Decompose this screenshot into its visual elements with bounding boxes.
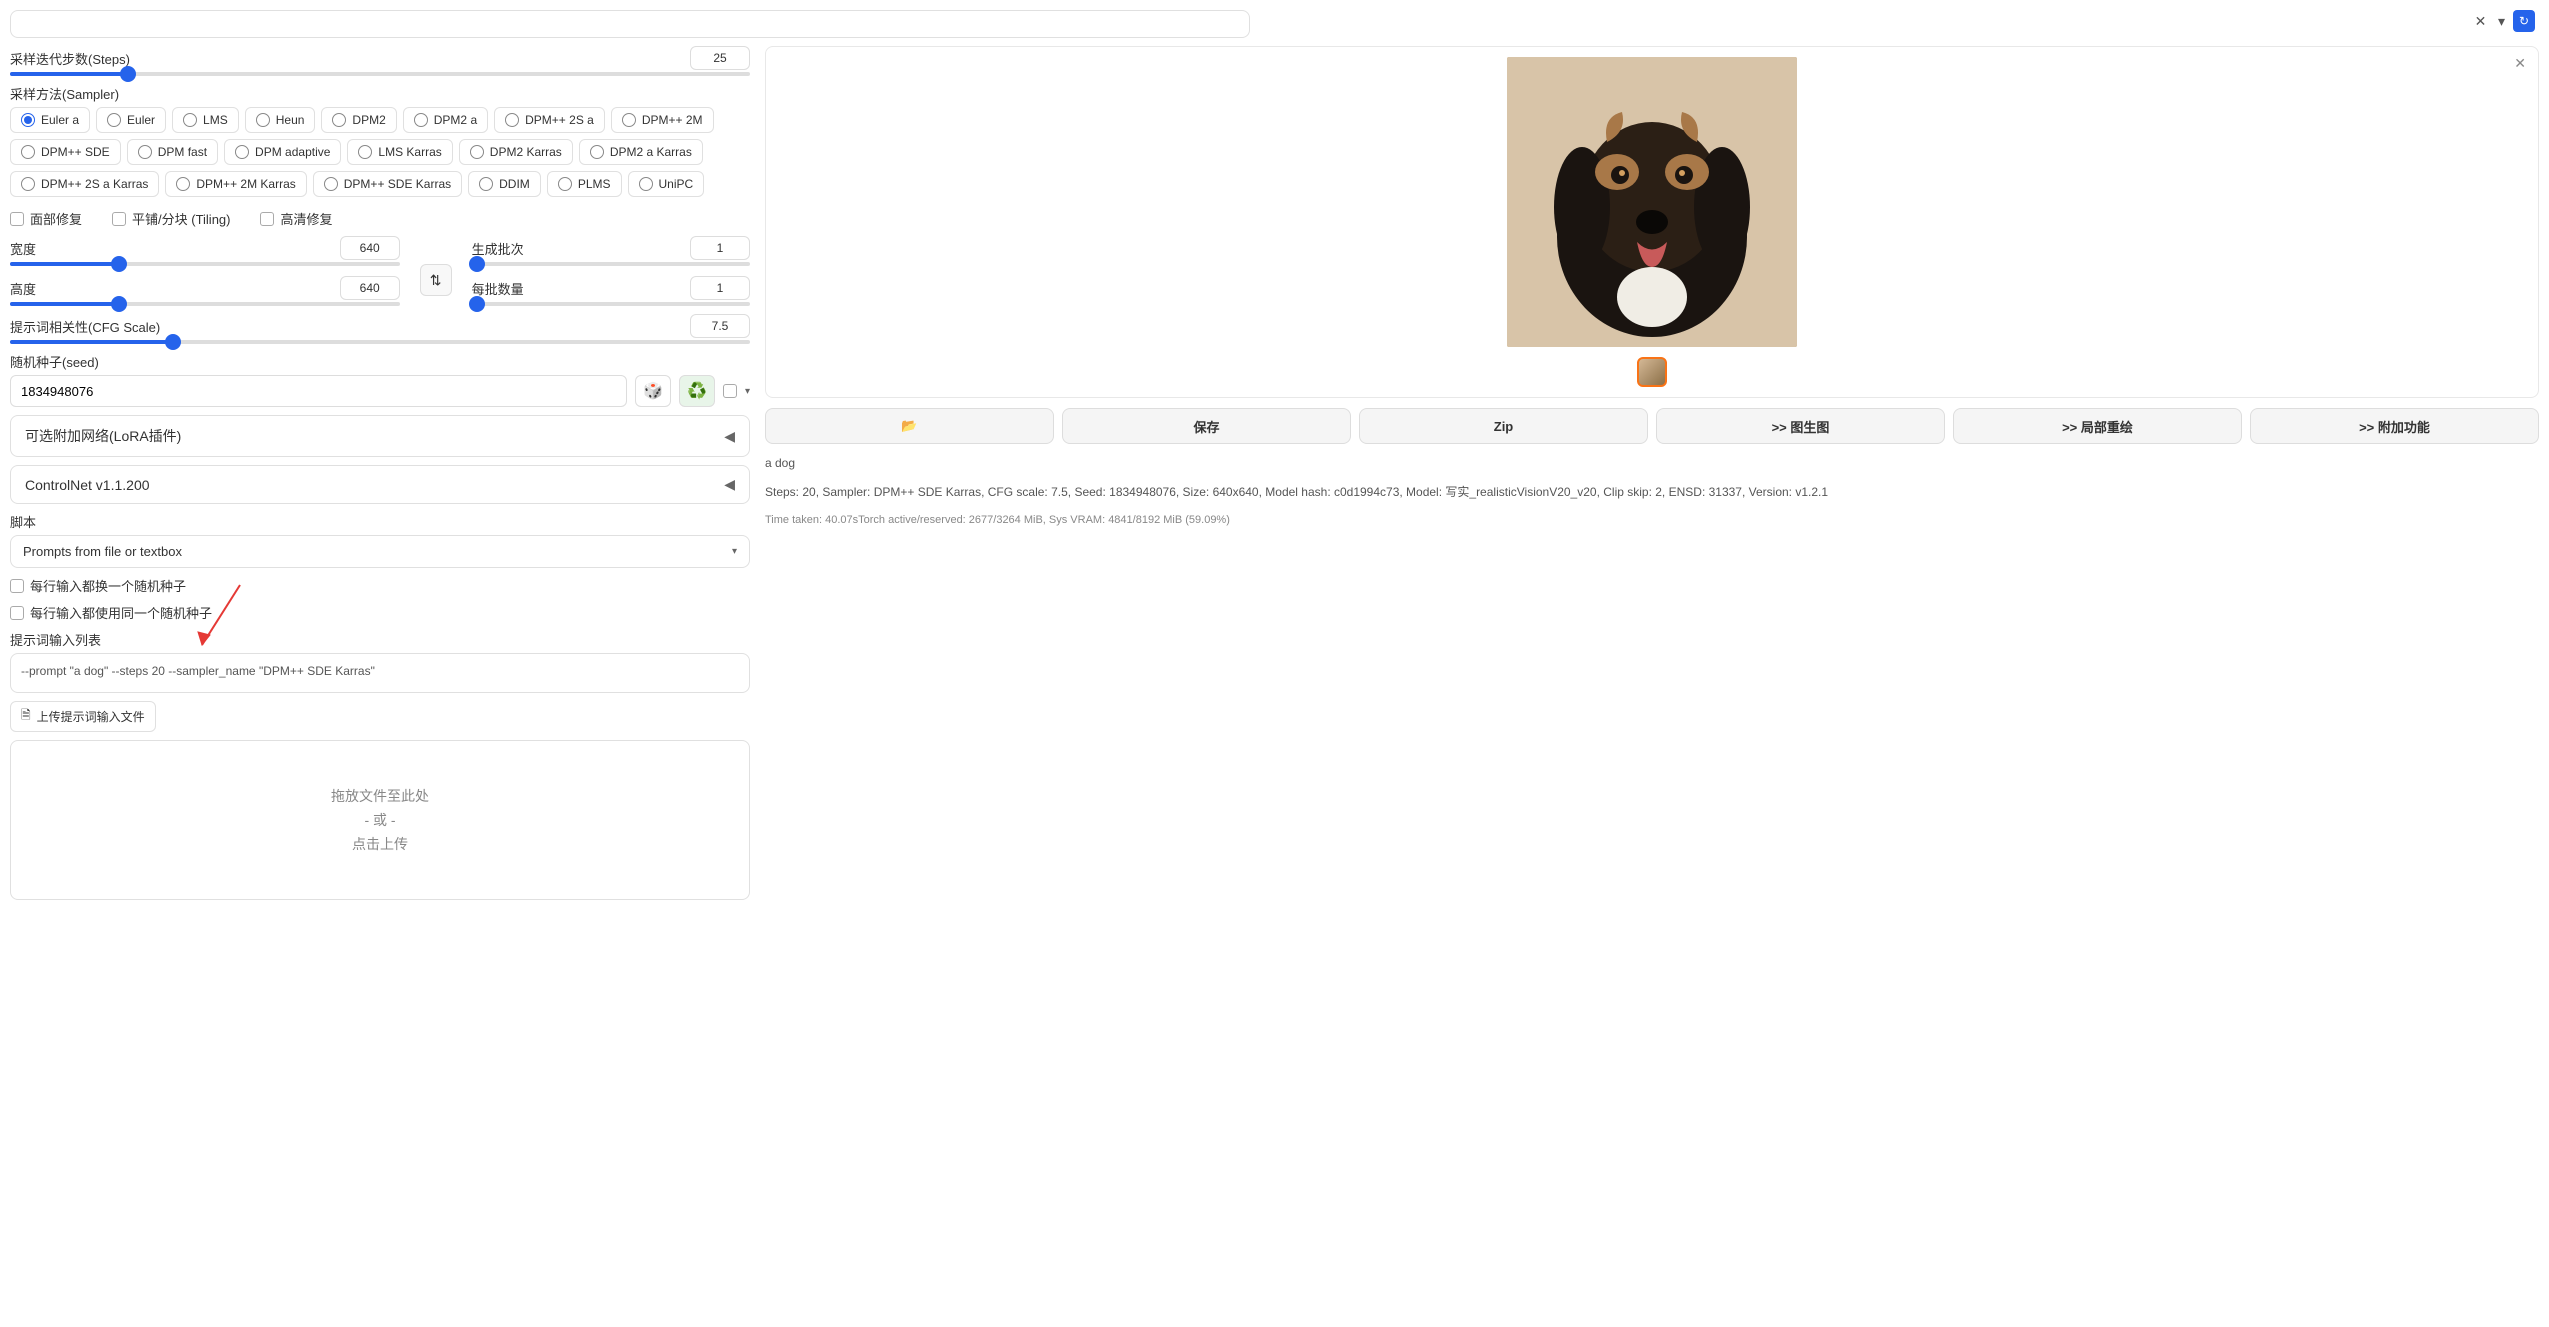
- sampler-option[interactable]: DPM++ SDE: [10, 139, 121, 165]
- radio-icon: [21, 113, 35, 127]
- seed-caret-icon[interactable]: ▾: [745, 386, 750, 397]
- collapse-toggle[interactable]: ✕ ▾: [2475, 13, 2505, 30]
- sampler-option[interactable]: DPM++ 2M: [611, 107, 714, 133]
- width-slider[interactable]: [10, 262, 400, 266]
- open-folder-button[interactable]: 📂: [765, 408, 1054, 444]
- radio-icon: [21, 177, 35, 191]
- radio-icon: [622, 113, 636, 127]
- sampler-option[interactable]: DPM2 Karras: [459, 139, 573, 165]
- lora-accordion[interactable]: 可选附加网络(LoRA插件)◀: [10, 415, 750, 457]
- seed-dice-button[interactable]: 🎲: [635, 375, 671, 407]
- send-img2img-button[interactable]: >> 图生图: [1656, 408, 1945, 444]
- radio-icon: [183, 113, 197, 127]
- face-restore-check[interactable]: 面部修复: [10, 209, 82, 228]
- hires-check[interactable]: 高清修复: [260, 209, 332, 228]
- sampler-option[interactable]: PLMS: [547, 171, 622, 197]
- prompt-list-label: 提示词输入列表: [10, 630, 750, 649]
- batch-count-slider[interactable]: [472, 262, 750, 266]
- sampler-option[interactable]: DPM adaptive: [224, 139, 341, 165]
- output-thumbnail[interactable]: [1637, 357, 1667, 387]
- sampler-option[interactable]: DPM++ 2M Karras: [165, 171, 306, 197]
- radio-icon: [235, 145, 249, 159]
- seed-label: 随机种子(seed): [10, 352, 750, 371]
- radio-icon: [21, 145, 35, 159]
- output-prompt: a dog: [765, 454, 2539, 473]
- sampler-option[interactable]: DPM2 a: [403, 107, 488, 133]
- sampler-option[interactable]: Heun: [245, 107, 316, 133]
- sampler-option[interactable]: LMS: [172, 107, 239, 133]
- file-dropzone[interactable]: 拖放文件至此处 - 或 - 点击上传: [10, 740, 750, 900]
- save-button[interactable]: 保存: [1062, 408, 1351, 444]
- output-image[interactable]: [1507, 57, 1797, 347]
- radio-icon: [107, 113, 121, 127]
- batch-count-value[interactable]: 1: [690, 236, 750, 260]
- rand-each-check[interactable]: 每行输入都换一个随机种子: [10, 576, 750, 595]
- height-slider[interactable]: [10, 302, 400, 306]
- close-icon[interactable]: ✕: [2514, 55, 2526, 72]
- sampler-option[interactable]: UniPC: [628, 171, 705, 197]
- script-select[interactable]: Prompts from file or textbox ▾: [10, 535, 750, 568]
- output-gallery: ✕: [765, 46, 2539, 398]
- radio-icon: [479, 177, 493, 191]
- swap-dimensions-button[interactable]: ⇅: [420, 264, 452, 296]
- output-timing: Time taken: 40.07sTorch active/reserved:…: [765, 512, 2539, 530]
- radio-icon: [358, 145, 372, 159]
- steps-label: 采样迭代步数(Steps): [10, 49, 130, 68]
- sampler-label: 采样方法(Sampler): [10, 84, 750, 103]
- sampler-option[interactable]: DPM++ SDE Karras: [313, 171, 462, 197]
- sampler-option[interactable]: DPM fast: [127, 139, 218, 165]
- send-inpaint-button[interactable]: >> 局部重绘: [1953, 408, 2242, 444]
- batch-size-slider[interactable]: [472, 302, 750, 306]
- seed-input[interactable]: [10, 375, 627, 407]
- batch-count-label: 生成批次: [472, 239, 524, 258]
- batch-size-value[interactable]: 1: [690, 276, 750, 300]
- upload-prompts-button[interactable]: 🗎 上传提示词输入文件: [10, 701, 156, 732]
- zip-button[interactable]: Zip: [1359, 408, 1648, 444]
- seed-recycle-button[interactable]: ♻️: [679, 375, 715, 407]
- sampler-option[interactable]: LMS Karras: [347, 139, 452, 165]
- radio-icon: [505, 113, 519, 127]
- sampler-option[interactable]: Euler a: [10, 107, 90, 133]
- height-label: 高度: [10, 279, 36, 298]
- sampler-option[interactable]: DPM2 a Karras: [579, 139, 703, 165]
- radio-icon: [470, 145, 484, 159]
- radio-icon: [324, 177, 338, 191]
- refresh-button[interactable]: ↻: [2513, 10, 2535, 32]
- prompt-input[interactable]: [10, 10, 1250, 38]
- sampler-option[interactable]: Euler: [96, 107, 166, 133]
- same-seed-check[interactable]: 每行输入都使用同一个随机种子: [10, 603, 750, 622]
- sampler-option[interactable]: DPM++ 2S a Karras: [10, 171, 159, 197]
- prompt-list-textarea[interactable]: --prompt "a dog" --steps 20 --sampler_na…: [10, 653, 750, 693]
- batch-size-label: 每批数量: [472, 279, 524, 298]
- radio-icon: [414, 113, 428, 127]
- cfg-slider[interactable]: [10, 340, 750, 344]
- radio-icon: [639, 177, 653, 191]
- tiling-check[interactable]: 平铺/分块 (Tiling): [112, 209, 230, 228]
- radio-icon: [590, 145, 604, 159]
- radio-icon: [138, 145, 152, 159]
- width-value[interactable]: 640: [340, 236, 400, 260]
- output-metadata: Steps: 20, Sampler: DPM++ SDE Karras, CF…: [765, 483, 2539, 502]
- radio-icon: [558, 177, 572, 191]
- sampler-option[interactable]: DDIM: [468, 171, 541, 197]
- controlnet-accordion[interactable]: ControlNet v1.1.200◀: [10, 465, 750, 504]
- height-value[interactable]: 640: [340, 276, 400, 300]
- sampler-option[interactable]: DPM2: [321, 107, 396, 133]
- radio-icon: [176, 177, 190, 191]
- file-icon: 🗎: [21, 706, 31, 727]
- cfg-value[interactable]: 7.5: [690, 314, 750, 338]
- script-label: 脚本: [10, 512, 750, 531]
- radio-icon: [256, 113, 270, 127]
- steps-slider[interactable]: [10, 72, 750, 76]
- seed-extra-check[interactable]: [723, 384, 737, 398]
- sampler-option[interactable]: DPM++ 2S a: [494, 107, 605, 133]
- radio-icon: [332, 113, 346, 127]
- steps-value[interactable]: 25: [690, 46, 750, 70]
- cfg-label: 提示词相关性(CFG Scale): [10, 317, 160, 336]
- send-extras-button[interactable]: >> 附加功能: [2250, 408, 2539, 444]
- width-label: 宽度: [10, 239, 36, 258]
